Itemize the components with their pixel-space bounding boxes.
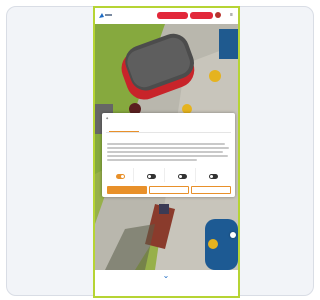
chat-widget-button[interactable] <box>230 232 236 238</box>
switch-knob <box>210 175 213 178</box>
dialog-text-line <box>107 151 223 153</box>
category-switch[interactable] <box>209 174 218 179</box>
decline-button[interactable] <box>191 186 231 194</box>
category-label <box>200 168 227 172</box>
header-primary-button[interactable] <box>157 12 188 19</box>
switch-knob <box>179 175 182 178</box>
allow-selection-button[interactable] <box>149 186 189 194</box>
switch-knob <box>148 175 151 178</box>
category-label <box>169 168 196 172</box>
dialog-text-line <box>107 155 228 157</box>
category-toggle-group <box>200 168 227 182</box>
tab-details[interactable] <box>154 125 184 132</box>
category-switch[interactable] <box>147 174 156 179</box>
cookie-consent-dialog: ◆ <box>102 113 235 197</box>
brand-logo-icon[interactable] <box>98 12 113 19</box>
category-switch[interactable] <box>178 174 187 179</box>
dialog-heading <box>107 137 227 141</box>
consent-category-toggles <box>106 168 231 182</box>
accept-all-button[interactable] <box>107 186 147 194</box>
dialog-text-line <box>107 147 229 149</box>
category-toggle-group <box>138 168 165 182</box>
category-label <box>138 168 165 172</box>
category-label <box>107 168 134 172</box>
site-header: ≡ <box>95 8 238 24</box>
category-toggle-group <box>107 168 134 182</box>
flag-icon[interactable] <box>215 12 221 18</box>
chevron-down-icon[interactable]: ⌄ <box>161 272 171 280</box>
dialog-text-line <box>107 159 197 161</box>
dialog-text-line <box>107 143 225 145</box>
page-footer: ⌄ <box>95 270 238 296</box>
header-secondary-button[interactable] <box>190 12 213 19</box>
dialog-brand-mark <box>213 116 231 121</box>
consent-tabs <box>106 125 231 133</box>
category-toggle-group <box>169 168 196 182</box>
tab-consent[interactable] <box>109 125 139 132</box>
tab-about[interactable] <box>199 125 229 132</box>
dialog-logo-icon: ◆ <box>106 116 109 120</box>
hamburger-menu-icon[interactable]: ≡ <box>230 13 235 18</box>
consent-actions <box>106 186 231 194</box>
mobile-preview-frame: ≡ ◆ ⌄ <box>93 6 240 298</box>
category-switch[interactable] <box>116 174 125 179</box>
switch-knob <box>121 175 124 178</box>
